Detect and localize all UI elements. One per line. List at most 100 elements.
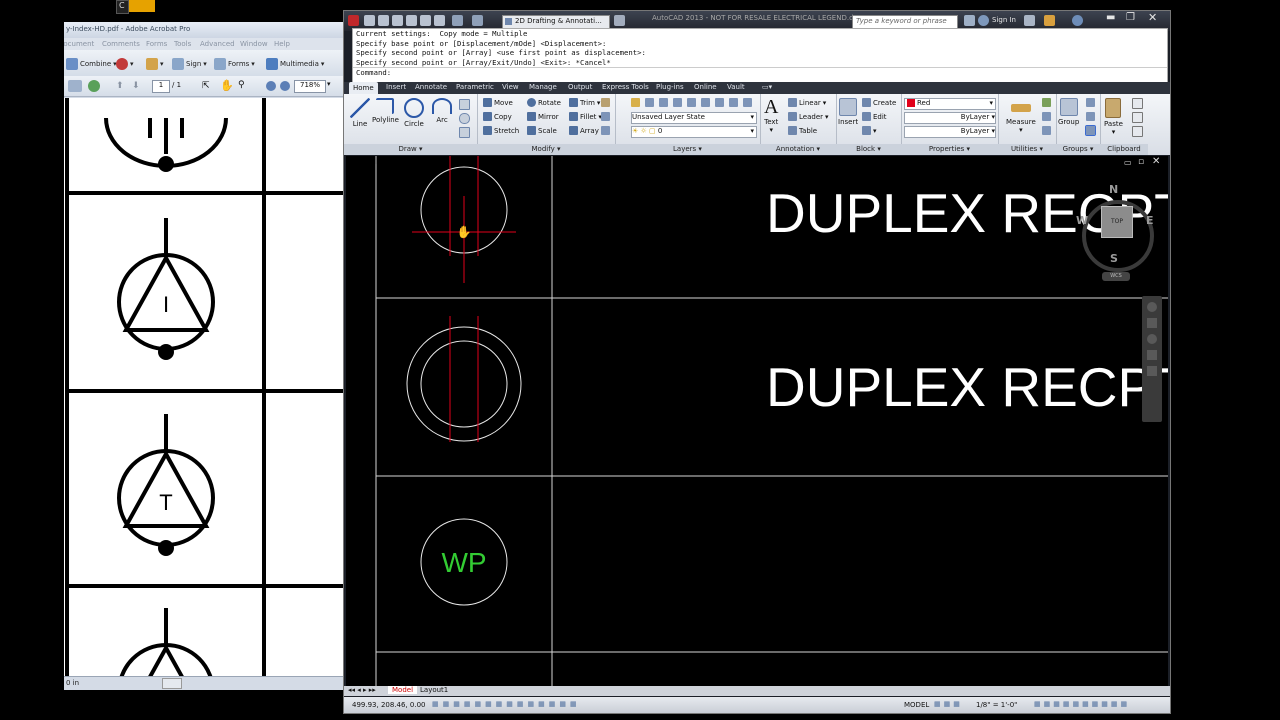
fillet-button[interactable]: Fillet ▾ xyxy=(569,112,602,121)
orbit-icon[interactable] xyxy=(1147,350,1157,360)
insert-block-button[interactable]: Insert xyxy=(838,98,858,126)
match-properties-icon[interactable] xyxy=(1132,126,1143,137)
combine-button[interactable]: Combine ▾ xyxy=(66,58,117,70)
linear-dimension-button[interactable]: Linear ▾ xyxy=(788,98,826,107)
panel-layers-title[interactable]: Layers ▾ xyxy=(615,144,760,155)
current-layer-dropdown[interactable]: ☀ ☼ ▢ 0 ▾ xyxy=(631,126,757,138)
select-tool-icon[interactable]: ⇱ xyxy=(202,81,210,91)
command-input[interactable]: Command: xyxy=(353,67,1167,78)
measure-button[interactable]: Measure ▾ xyxy=(1006,98,1036,134)
workspace-dropdown[interactable]: 2D Drafting & Annotati... xyxy=(502,15,610,29)
previous-page-icon[interactable]: ⬆ xyxy=(116,81,124,91)
menu-window[interactable]: Window xyxy=(240,40,268,48)
menu-document[interactable]: Document xyxy=(64,40,94,48)
tab-layout1[interactable]: Layout1 xyxy=(416,686,452,694)
drawing-canvas[interactable]: ✋ DUPLEX RECPT DUPLEX RECPT WP ▭ ▫ ✕ N S… xyxy=(346,156,1168,686)
viewport-maximize-icon[interactable]: ▫ xyxy=(1138,157,1144,167)
menu-tools[interactable]: Tools xyxy=(174,40,191,48)
gradient-icon[interactable] xyxy=(459,127,470,138)
copy-clip-icon[interactable] xyxy=(1132,112,1143,123)
secure-button[interactable]: ▾ xyxy=(146,58,164,70)
tab-output[interactable]: Output xyxy=(568,83,592,91)
minimize-icon[interactable]: ▬ xyxy=(1106,12,1115,23)
new-file-icon[interactable] xyxy=(364,15,375,26)
menu-advanced[interactable]: Advanced xyxy=(200,40,235,48)
layer-icon-2[interactable] xyxy=(645,98,654,107)
help-search-input[interactable]: Type a keyword or phrase xyxy=(852,15,958,29)
compass-east[interactable]: E xyxy=(1146,214,1154,227)
viewport-restore-icon[interactable]: ▭ xyxy=(1124,158,1132,167)
exchange-icon[interactable] xyxy=(1024,15,1035,26)
panel-block-title[interactable]: Block ▾ xyxy=(836,144,901,155)
tab-parametric[interactable]: Parametric xyxy=(456,83,494,91)
rotate-button[interactable]: Rotate xyxy=(527,98,561,107)
tab-annotate[interactable]: Annotate xyxy=(415,83,447,91)
tab-online[interactable]: Online xyxy=(694,83,717,91)
maximize-icon[interactable]: ❐ xyxy=(1126,12,1135,23)
redo-icon[interactable] xyxy=(472,15,483,26)
layer-state-dropdown[interactable]: Unsaved Layer State ▾ xyxy=(631,112,757,124)
zoom-level-field[interactable]: 718% xyxy=(294,80,326,93)
explode-icon[interactable] xyxy=(601,112,610,121)
layer-icon-3[interactable] xyxy=(659,98,668,107)
group-select-icon[interactable] xyxy=(1085,125,1096,136)
drafting-toggles-icon[interactable]: ▦▦▦▦▦▦▦▦▦▦▦▦▦▦ xyxy=(432,700,582,710)
coordinates-readout[interactable]: 499.93, 208.46, 0.00 xyxy=(352,701,425,709)
linetype-dropdown[interactable]: ByLayer ▾ xyxy=(904,112,996,124)
viewport-close-icon[interactable]: ✕ xyxy=(1152,156,1160,167)
annotation-scale[interactable]: 1/8" = 1'-0" xyxy=(976,701,1017,709)
plot-icon[interactable] xyxy=(420,15,431,26)
paste-button[interactable]: Paste ▾ xyxy=(1104,98,1123,136)
stay-connected-icon[interactable] xyxy=(1044,15,1055,26)
save-as-icon[interactable] xyxy=(406,15,417,26)
panel-draw-title[interactable]: Draw ▾ xyxy=(344,144,477,155)
compass-north[interactable]: N xyxy=(1109,183,1118,196)
tab-model[interactable]: Model xyxy=(388,686,418,694)
color-dropdown[interactable]: Red ▾ xyxy=(904,98,996,110)
layer-icon-7[interactable] xyxy=(715,98,724,107)
model-space-toggle[interactable]: MODEL xyxy=(904,701,929,709)
move-button[interactable]: Move xyxy=(483,98,513,107)
tab-home[interactable]: Home xyxy=(349,82,378,94)
status-tray-icons[interactable]: ▦▦▦▦▦▦▦▦▦▦ xyxy=(1034,700,1130,708)
tab-view[interactable]: View xyxy=(502,83,519,91)
rectangle-icon[interactable] xyxy=(459,99,470,110)
app-menu-icon[interactable] xyxy=(348,15,359,26)
multimedia-button[interactable]: Multimedia ▾ xyxy=(266,58,324,70)
id-point-icon[interactable] xyxy=(1042,112,1051,121)
zoom-out-icon[interactable] xyxy=(266,81,276,91)
layer-icon-8[interactable] xyxy=(729,98,738,107)
sign-button[interactable]: Sign ▾ xyxy=(172,58,207,70)
create-button[interactable]: ▾ xyxy=(116,58,134,70)
panel-annotation-title[interactable]: Annotation ▾ xyxy=(760,144,836,155)
forms-button[interactable]: Forms ▾ xyxy=(214,58,255,70)
quick-calc-icon[interactable] xyxy=(1042,98,1051,107)
taskbar-app-icon-2[interactable] xyxy=(129,0,155,12)
stretch-button[interactable]: Stretch xyxy=(483,126,519,135)
close-icon[interactable]: ✕ xyxy=(1148,11,1157,24)
zoom-tool-icon[interactable]: ⚲ xyxy=(238,80,245,90)
zoom-extents-icon[interactable] xyxy=(1147,334,1157,344)
print-icon[interactable] xyxy=(68,80,82,92)
tab-plug-ins[interactable]: Plug-ins xyxy=(656,83,684,91)
group-edit-icon[interactable] xyxy=(1086,112,1095,121)
compass-west[interactable]: W xyxy=(1076,214,1088,227)
steering-wheel-icon[interactable] xyxy=(1147,302,1157,312)
wcs-menu[interactable]: WCS xyxy=(1102,272,1130,281)
text-button[interactable]: A Text ▾ xyxy=(764,96,778,134)
sign-in-link[interactable]: Sign In xyxy=(992,16,1016,24)
ribbon-options-icon[interactable]: ▭▾ xyxy=(762,83,772,91)
table-button[interactable]: Table xyxy=(788,126,817,135)
layer-icon-4[interactable] xyxy=(673,98,682,107)
menu-help[interactable]: Help xyxy=(274,40,290,48)
copy-button[interactable]: Copy xyxy=(483,112,512,121)
menu-comments[interactable]: Comments xyxy=(102,40,140,48)
zoom-dropdown-icon[interactable]: ▾ xyxy=(327,80,331,88)
scale-button[interactable]: Scale xyxy=(527,126,557,135)
ungroup-icon[interactable] xyxy=(1086,98,1095,107)
array-button[interactable]: Array ▾ xyxy=(569,126,604,135)
panel-clipboard-title[interactable]: Clipboard xyxy=(1100,144,1148,155)
block-attributes-button[interactable]: ▾ xyxy=(862,126,877,135)
pdf-page-view[interactable]: I T C xyxy=(64,98,344,676)
print-icon[interactable] xyxy=(434,15,445,26)
